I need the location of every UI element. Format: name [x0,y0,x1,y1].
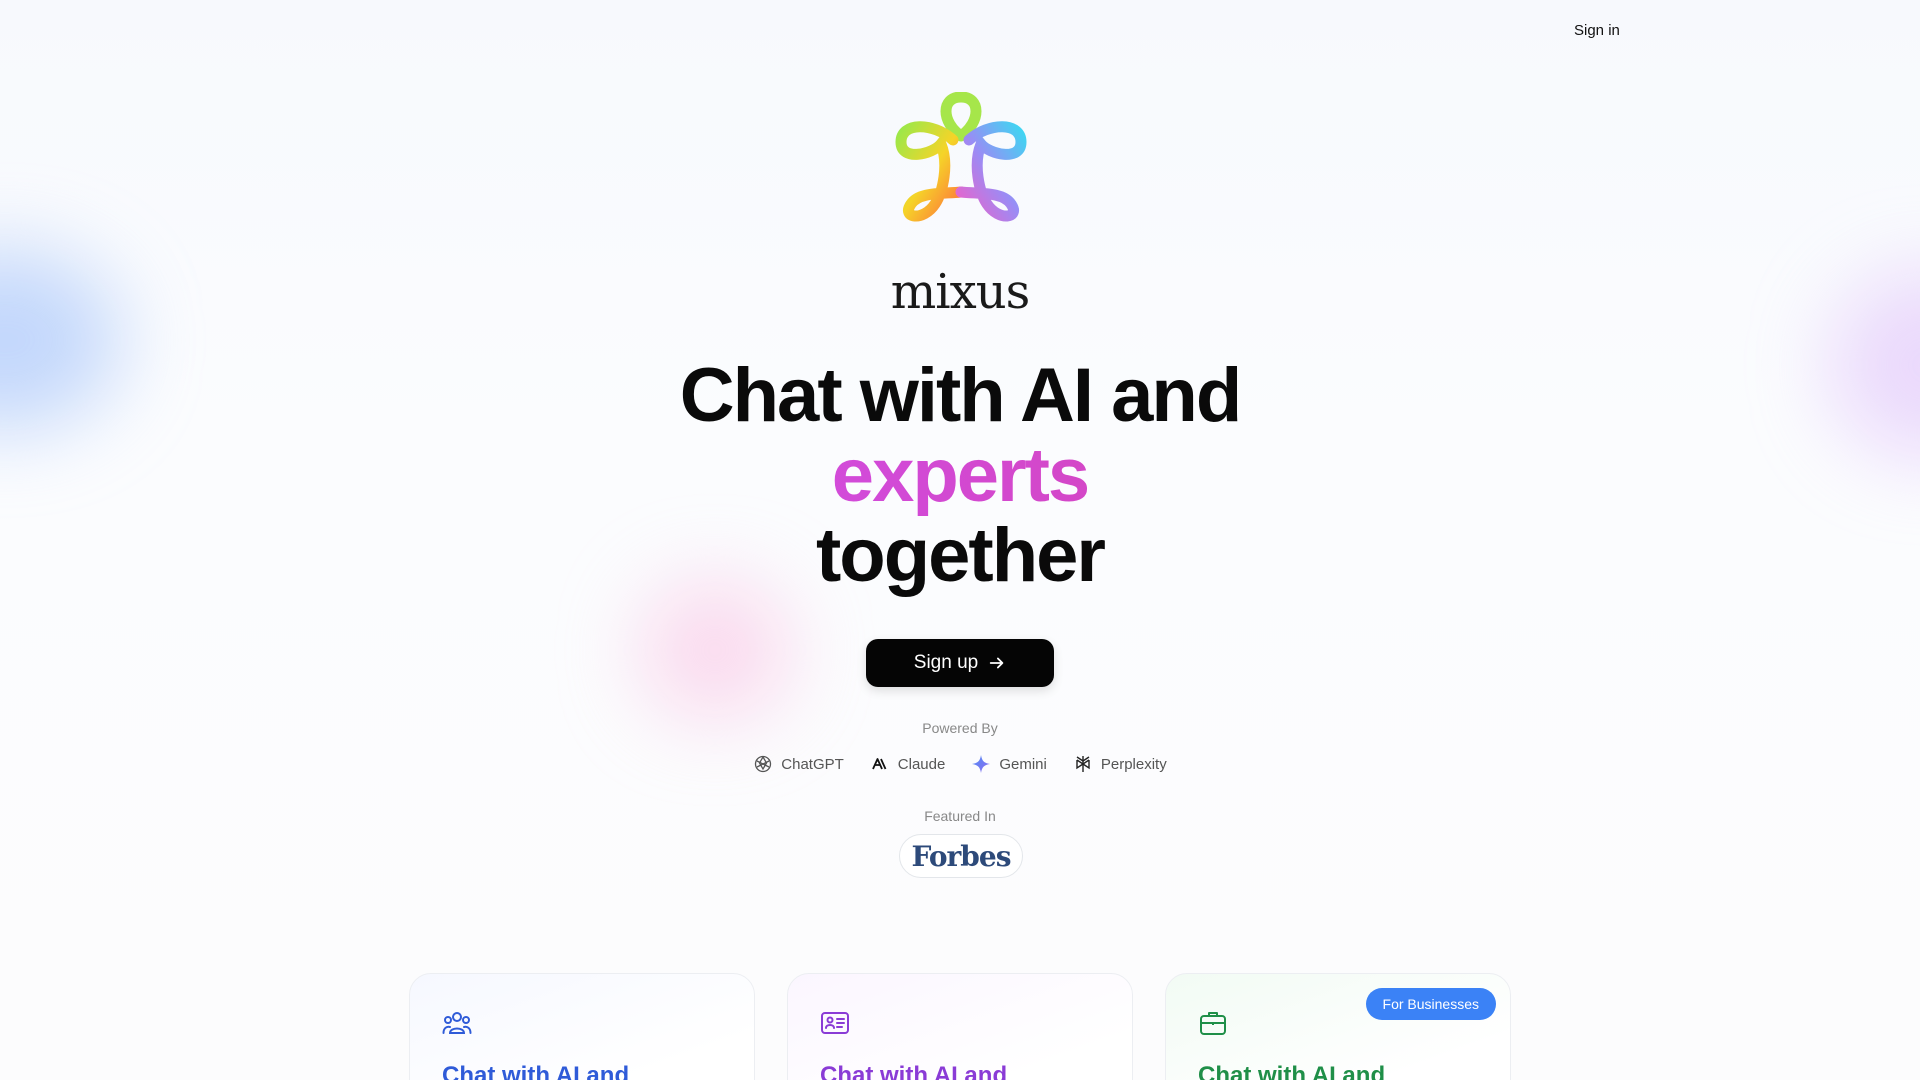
landing-page: Sign in mixus Chat with AI and experts t… [0,0,1920,1080]
openai-icon [755,755,772,773]
brand-wordmark: mixus [890,264,1030,320]
background-blob-pink [640,580,790,720]
provider-chatgpt: ChatGPT [753,754,844,774]
mixus-logo-icon [895,92,1027,222]
briefcase-icon [1200,1012,1226,1035]
provider-gemini: Gemini [971,754,1047,774]
provider-name: ChatGPT [781,755,844,773]
headline-line-1: Chat with AI and [679,353,1243,438]
users-icon [442,1012,472,1034]
feature-card-profile[interactable]: Chat with AI and [787,973,1133,1080]
perplexity-icon [1076,756,1090,772]
provider-perplexity: Perplexity [1073,754,1167,774]
sign-in-link[interactable]: Sign in [1574,22,1620,39]
anthropic-icon [871,758,887,770]
provider-name: Gemini [999,755,1047,773]
card-title: Chat with AI and [442,1062,630,1080]
card-title: Chat with AI and [820,1062,1008,1080]
feature-card-experts[interactable]: Chat with AI and [409,973,755,1080]
provider-name: Perplexity [1100,755,1167,773]
for-businesses-badge: For Businesses [1365,988,1496,1020]
headline-accent: experts [0,436,1920,516]
gemini-icon [972,755,991,773]
feature-card-business[interactable]: For Businesses Chat with AI and [1165,973,1511,1080]
arrow-right-icon [990,657,1004,669]
provider-name: Claude [897,755,946,773]
headline-line-3: together [816,513,1106,598]
provider-claude: Claude [870,754,946,774]
sign-up-label: Sign up [913,652,979,673]
card-title: Chat with AI and [1198,1062,1386,1080]
sign-up-button[interactable]: Sign up [866,639,1054,687]
hero-headline: Chat with AI and experts together [0,356,1920,596]
provider-list: ChatGPT Claude Gemini Perplexity [0,754,1920,774]
id-card-icon [821,1012,849,1034]
forbes-logo[interactable]: Forbes [899,834,1023,878]
featured-in-label: Featured In [924,808,996,824]
powered-by-label: Powered By [922,720,998,736]
